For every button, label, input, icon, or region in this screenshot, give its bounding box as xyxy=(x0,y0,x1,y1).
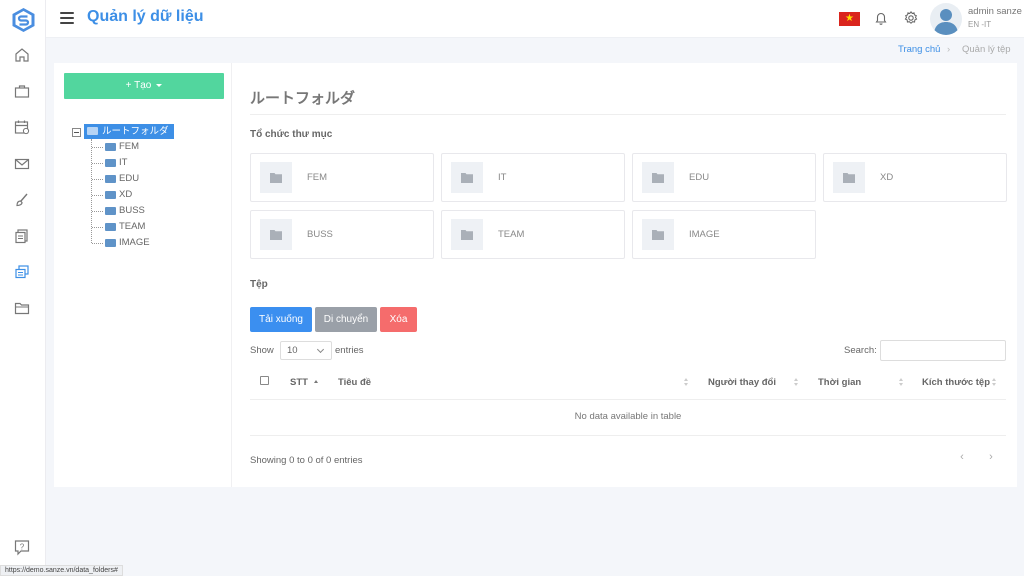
folders-section-label: Tổ chức thư mục xyxy=(250,129,333,140)
entries-label: entries xyxy=(335,345,364,356)
folder-icon xyxy=(461,173,473,183)
folder-icon xyxy=(105,239,116,247)
mail-icon[interactable] xyxy=(13,155,31,173)
folder-icon xyxy=(652,173,664,183)
search-label: Search: xyxy=(844,345,877,356)
folder-icon xyxy=(105,143,116,151)
folder-card[interactable]: EDU xyxy=(632,153,816,202)
briefcase-icon[interactable] xyxy=(13,82,31,100)
top-bar: Quản lý dữ liệu ★ admin sanze EN -IT xyxy=(46,0,1024,38)
column-header-time[interactable]: Thời gian xyxy=(818,377,861,388)
page-size-select[interactable]: 10 xyxy=(280,341,332,360)
folder-icon xyxy=(270,173,282,183)
create-button[interactable]: + Tạo xyxy=(64,73,224,99)
breadcrumb-current: Quản lý tệp xyxy=(962,44,1011,55)
table-info: Showing 0 to 0 of 0 entries xyxy=(250,455,363,466)
menu-toggle-icon[interactable] xyxy=(60,12,74,24)
folder-icon xyxy=(461,230,473,240)
documents-icon[interactable] xyxy=(13,227,31,245)
column-header-stt[interactable]: STT xyxy=(290,377,308,388)
user-department: EN -IT xyxy=(968,20,992,29)
select-all-checkbox[interactable] xyxy=(260,376,269,385)
column-header-title[interactable]: Tiêu đề xyxy=(338,377,371,388)
column-header-modifier[interactable]: Người thay đổi xyxy=(708,377,776,388)
chevron-down-icon xyxy=(316,345,325,354)
folder-icon xyxy=(105,191,116,199)
home-icon[interactable] xyxy=(13,46,31,64)
sort-icon[interactable] xyxy=(794,378,799,387)
notification-bell-icon[interactable] xyxy=(873,10,889,26)
page-title: Quản lý dữ liệu xyxy=(87,8,204,25)
calendar-icon[interactable] xyxy=(13,118,31,136)
app-logo-icon[interactable] xyxy=(11,7,36,33)
folder-icon xyxy=(270,230,282,240)
left-sidebar: ? xyxy=(0,0,46,576)
folder-icon xyxy=(105,159,116,167)
help-icon[interactable]: ? xyxy=(13,538,31,556)
folder-card[interactable]: BUSS xyxy=(250,210,434,259)
show-label: Show xyxy=(250,345,274,356)
database-icon[interactable] xyxy=(13,263,31,281)
search-input[interactable] xyxy=(880,340,1006,361)
move-button[interactable]: Di chuyển xyxy=(315,307,377,332)
tree-collapse-icon[interactable] xyxy=(72,128,81,137)
folder-icon xyxy=(105,175,116,183)
folder-title: ルートフォルダ xyxy=(250,90,356,107)
download-button[interactable]: Tải xuống xyxy=(250,307,312,332)
folder-icon xyxy=(105,207,116,215)
status-url: https://demo.sanze.vn/data_folders# xyxy=(0,565,123,576)
folder-card[interactable]: FEM xyxy=(250,153,434,202)
tree-root-node[interactable]: ルートフォルダ xyxy=(84,124,174,139)
folder-card[interactable]: TEAM xyxy=(441,210,625,259)
root-folder-icon xyxy=(87,127,98,135)
breadcrumb-home-link[interactable]: Trang chủ xyxy=(898,44,940,55)
folder-card[interactable]: IMAGE xyxy=(632,210,816,259)
folder-tree-panel: + Tạo ルートフォルダ FEM IT EDU XD BUSS TEAM IM… xyxy=(54,63,232,487)
breadcrumb: Trang chủ › Quản lý tệp xyxy=(46,38,1024,62)
folder-icon xyxy=(843,173,855,183)
folder-icon xyxy=(105,223,116,231)
sort-asc-icon[interactable] xyxy=(314,378,319,387)
next-page-icon[interactable]: › xyxy=(984,450,998,464)
brush-icon[interactable] xyxy=(13,191,31,209)
previous-page-icon[interactable]: ‹ xyxy=(955,450,969,464)
folder-card[interactable]: IT xyxy=(441,153,625,202)
files-section-label: Tệp xyxy=(250,279,268,290)
table-empty-row: No data available in table xyxy=(250,400,1006,436)
divider xyxy=(250,114,1006,115)
column-header-size[interactable]: Kích thước tệp xyxy=(922,377,990,388)
sort-icon[interactable] xyxy=(992,378,997,387)
sort-icon[interactable] xyxy=(684,378,689,387)
breadcrumb-separator: › xyxy=(947,44,951,55)
folder-icon xyxy=(652,230,664,240)
settings-gear-icon[interactable] xyxy=(903,10,919,26)
caret-down-icon xyxy=(156,83,163,87)
table-header: STT Tiêu đề Người thay đổi Thời gian Kíc… xyxy=(250,367,1006,400)
vietnam-flag-icon[interactable]: ★ xyxy=(839,12,860,26)
avatar[interactable] xyxy=(930,3,962,35)
delete-button[interactable]: Xóa xyxy=(380,307,417,332)
user-name[interactable]: admin sanze xyxy=(968,6,1022,17)
folder-card[interactable]: XD xyxy=(823,153,1007,202)
main-card: + Tạo ルートフォルダ FEM IT EDU XD BUSS TEAM IM… xyxy=(54,63,1017,487)
sort-icon[interactable] xyxy=(899,378,904,387)
folder-icon[interactable] xyxy=(13,299,31,317)
svg-text:?: ? xyxy=(20,543,25,552)
